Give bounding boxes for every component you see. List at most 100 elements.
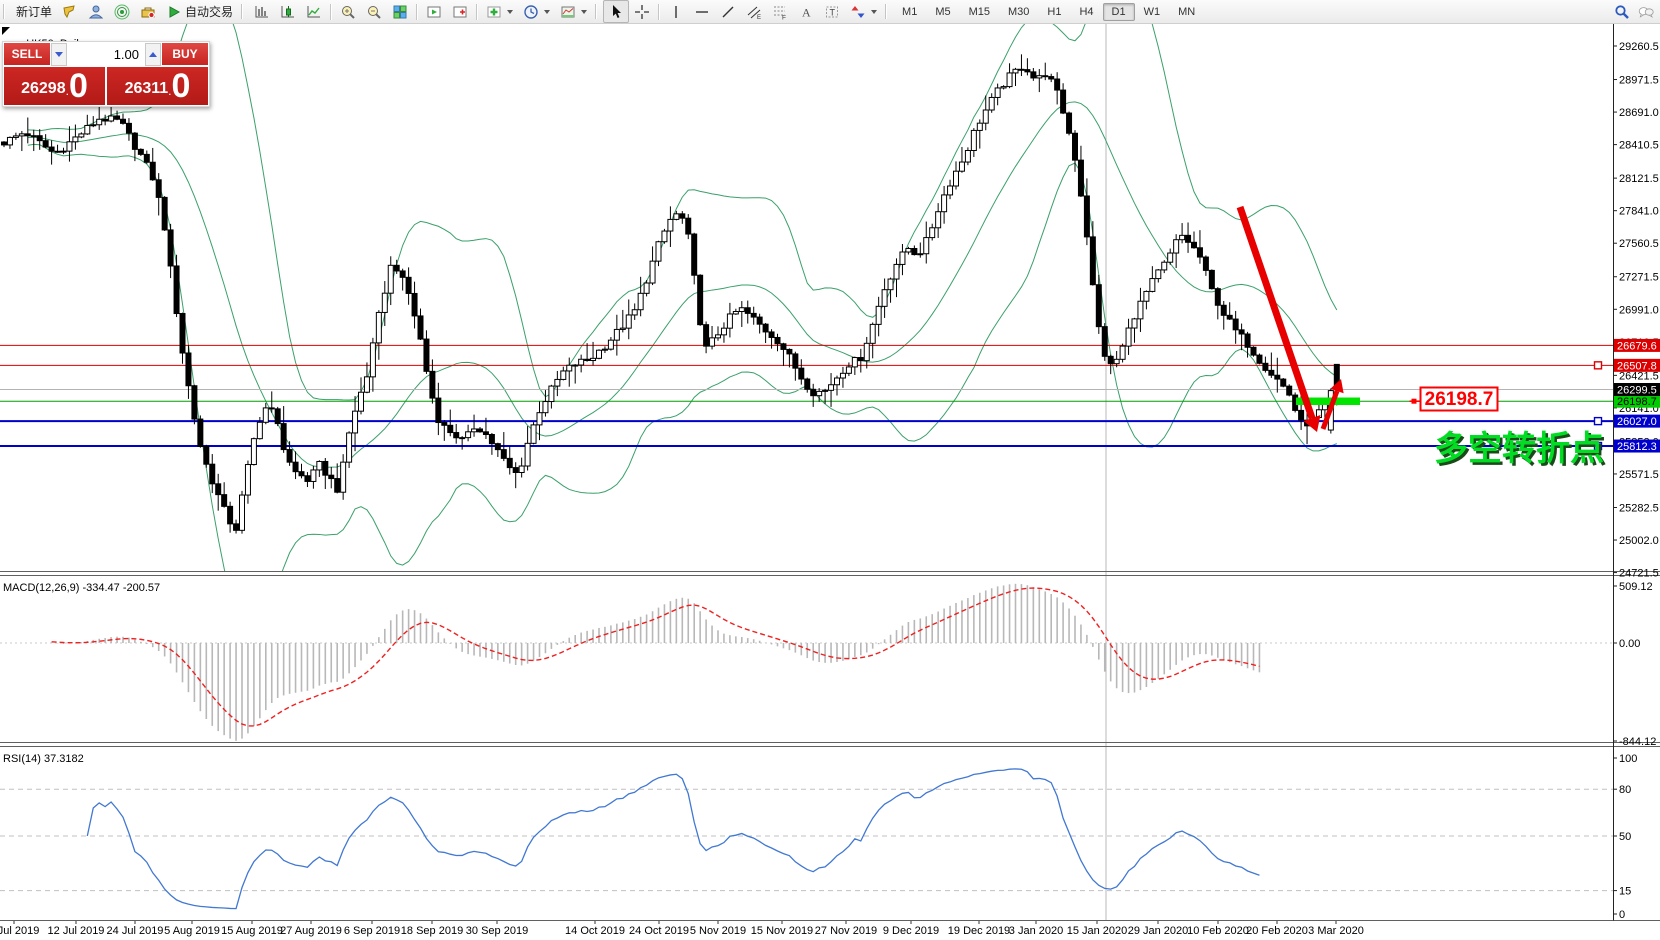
buy-price-display[interactable]: 26311.0	[106, 66, 209, 106]
candle-body	[317, 461, 322, 469]
candle-body	[858, 358, 863, 361]
candle-body	[353, 411, 358, 433]
line-handle[interactable]	[1595, 418, 1602, 425]
volume-increase-button[interactable]	[145, 43, 161, 66]
candle-body	[364, 377, 369, 392]
crosshair-button[interactable]	[629, 0, 655, 23]
macd-tick-label: 509.12	[1619, 581, 1653, 593]
candle-body	[293, 462, 298, 472]
trendline-button[interactable]	[715, 0, 741, 23]
candle-body	[823, 390, 828, 391]
text-label-button[interactable]: T	[819, 0, 845, 23]
candle-body	[7, 137, 12, 144]
candle-body	[1299, 410, 1304, 420]
date-label: 24 Oct 2019	[629, 925, 689, 937]
signals-button[interactable]	[109, 0, 135, 23]
price-callout[interactable]: 26198.7	[1410, 388, 1498, 411]
candle-body	[1221, 305, 1226, 315]
toolbar-separator	[330, 4, 332, 20]
candle-body	[1257, 355, 1262, 363]
chart-canvas[interactable]: 26198.7多空转折点多空转折点MACD(12,26,9) -334.47 -…	[0, 0, 1660, 940]
timeframe-MN[interactable]: MN	[1169, 3, 1204, 21]
toolbar-grip[interactable]	[885, 4, 890, 19]
buy-button[interactable]: BUY	[161, 42, 209, 66]
candle-body	[602, 349, 607, 350]
candle-body	[852, 358, 857, 367]
vertical-line-button[interactable]	[663, 0, 689, 23]
timeframe-H1[interactable]: H1	[1038, 3, 1070, 21]
sell-button[interactable]: SELL	[3, 42, 51, 66]
periods-button[interactable]	[518, 0, 555, 23]
toolbar-grip[interactable]	[595, 4, 600, 19]
candle-body	[406, 277, 411, 293]
candlestick-chart-button[interactable]	[275, 0, 301, 23]
callout-handle[interactable]	[1412, 399, 1417, 404]
candle-body	[710, 338, 715, 346]
equidistant-channel-button[interactable]: E	[741, 0, 767, 23]
candle-body	[91, 125, 96, 126]
candle-body	[692, 234, 697, 275]
candle-body	[965, 151, 970, 163]
candle-body	[245, 465, 250, 496]
fibonacci-button[interactable]: F	[767, 0, 793, 23]
auto-scroll-button[interactable]	[421, 0, 447, 23]
candle-body	[579, 359, 584, 365]
chart-shift-button[interactable]	[447, 0, 473, 23]
candle-body	[132, 133, 137, 149]
timeframe-M1[interactable]: M1	[893, 3, 926, 21]
community-button[interactable]	[83, 0, 109, 23]
cursor-button[interactable]	[603, 0, 629, 23]
horizontal-line-button[interactable]	[689, 0, 715, 23]
candle-body	[1001, 87, 1006, 88]
candle-body	[757, 317, 762, 324]
templates-button[interactable]	[555, 0, 592, 23]
candle-body	[567, 365, 572, 371]
candle-body	[418, 316, 423, 339]
candle-body	[478, 429, 483, 432]
indicators-button[interactable]	[481, 0, 518, 23]
market-button[interactable]	[57, 0, 83, 23]
date-label: 20 Feb 2020	[1246, 925, 1308, 937]
chat-icon[interactable]	[1638, 4, 1654, 20]
toolbar-grip[interactable]	[3, 4, 8, 19]
market-box-button[interactable]	[135, 0, 161, 23]
volume-input[interactable]: 1.00	[67, 43, 145, 66]
new-order-button[interactable]: 新订单	[11, 0, 57, 23]
candle-body	[251, 439, 256, 465]
line-chart-button[interactable]	[301, 0, 327, 23]
timeframe-M15[interactable]: M15	[960, 3, 999, 21]
candle-body	[1019, 69, 1024, 70]
text-button[interactable]: A	[793, 0, 819, 23]
tile-windows-button[interactable]	[387, 0, 413, 23]
timeframe-W1[interactable]: W1	[1135, 3, 1170, 21]
timeframe-H4[interactable]: H4	[1070, 3, 1102, 21]
timeframe-M30[interactable]: M30	[999, 3, 1038, 21]
sell-price-display[interactable]: 26298.0	[3, 66, 106, 106]
line-handle[interactable]	[1595, 362, 1602, 369]
candle-body	[906, 249, 911, 252]
candle-body	[210, 464, 215, 484]
toolbar-grip[interactable]	[241, 4, 246, 19]
timeframe-D1[interactable]: D1	[1103, 3, 1135, 21]
date-label: 18 Sep 2019	[401, 925, 463, 937]
candle-body	[305, 476, 310, 482]
candle-body	[555, 379, 560, 386]
candle-body	[1168, 253, 1173, 262]
candle-body	[61, 151, 66, 152]
one-click-trading-panel: SELL 1.00 BUY 26298.0 26311.0	[2, 41, 210, 107]
arrows-button[interactable]	[845, 0, 882, 23]
candle-body	[13, 136, 18, 138]
buy-price-dec: 0	[172, 68, 191, 104]
search-icon[interactable]	[1614, 4, 1630, 20]
rsi-tick-label: 80	[1619, 784, 1631, 796]
zoom-in-button[interactable]	[335, 0, 361, 23]
timeframe-M5[interactable]: M5	[926, 3, 959, 21]
candle-body	[186, 353, 191, 386]
candle-body	[174, 266, 179, 314]
bar-chart-button[interactable]	[249, 0, 275, 23]
zoom-out-button[interactable]	[361, 0, 387, 23]
volume-decrease-button[interactable]	[51, 43, 67, 66]
price-tag: 25812.3	[1614, 440, 1660, 454]
autotrade-button[interactable]: 自动交易	[161, 0, 238, 23]
candle-body	[472, 429, 477, 432]
